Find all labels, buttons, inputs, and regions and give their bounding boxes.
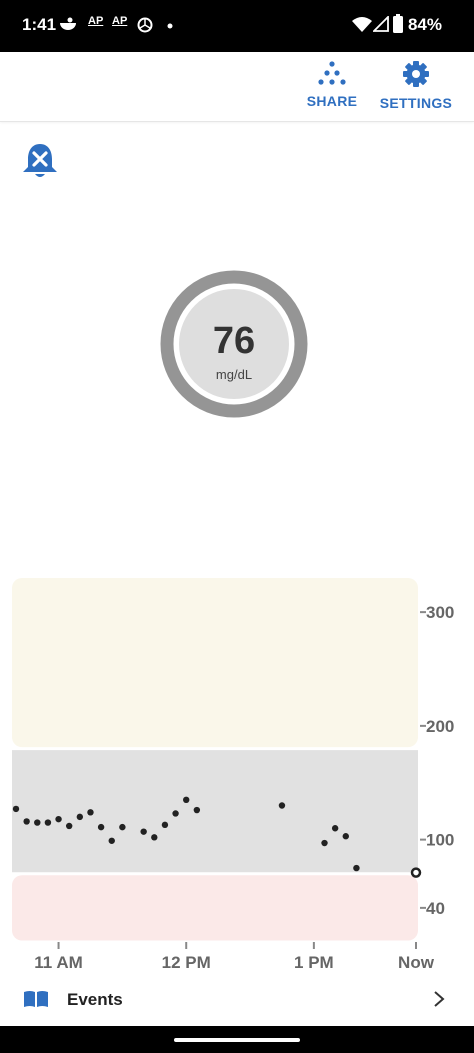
y-tick-label: 40	[426, 899, 445, 918]
chart-band-2	[12, 875, 418, 941]
x-tick-label: Now	[398, 953, 435, 970]
signal-icon	[373, 16, 389, 32]
bowl-icon	[60, 17, 76, 30]
share-button[interactable]: SHARE	[304, 60, 360, 109]
battery-percent: 84%	[407, 15, 442, 34]
reading-point	[55, 815, 62, 823]
reading-point	[183, 796, 190, 804]
reading-point	[44, 819, 52, 826]
reading-point	[65, 822, 73, 830]
book-icon	[24, 991, 48, 1007]
battery-icon	[393, 14, 403, 33]
app-bar: SHARE SETTINGS	[0, 52, 474, 122]
settings-label: SETTINGS	[379, 95, 453, 111]
gear-icon	[403, 61, 429, 87]
bell-off-icon[interactable]	[20, 142, 60, 180]
reading-point	[12, 805, 20, 813]
reading-point	[331, 825, 339, 832]
glucose-trend-chart: 300 200 100 40 11 AM 12 PM 1 PM Now	[12, 578, 454, 970]
navigation-bar	[0, 1026, 474, 1053]
reading-point	[87, 809, 94, 816]
reading-point	[140, 828, 147, 835]
ap-news-icon: AP	[88, 15, 104, 27]
y-tick-label: 300	[426, 603, 454, 622]
glucose-reading: 76 mg/dL	[160, 270, 308, 418]
reading-point	[278, 802, 286, 809]
y-tick-label: 200	[426, 717, 454, 736]
reading-point	[97, 823, 105, 831]
status-time: 1:41	[22, 15, 57, 34]
chart-band-0	[12, 578, 418, 748]
settings-button[interactable]: SETTINGS	[378, 60, 454, 111]
chart-band-1	[12, 750, 418, 873]
glucose-value: 76	[212, 320, 256, 362]
reading-point	[34, 819, 41, 826]
reading-point	[151, 834, 158, 841]
reading-point	[76, 813, 84, 821]
current-reading-point	[410, 867, 422, 878]
reading-point	[119, 823, 126, 831]
home-gesture-handle[interactable]	[174, 1038, 300, 1042]
events-label: Events	[67, 990, 123, 1009]
more-notifications-dot	[167, 23, 173, 29]
reading-point	[321, 839, 328, 847]
reading-point	[353, 864, 360, 872]
reading-point	[193, 806, 201, 814]
reading-point	[172, 810, 179, 817]
x-tick-label: 11 AM	[34, 953, 83, 970]
reading-point	[161, 821, 169, 829]
reading-point	[342, 833, 349, 840]
y-tick-label: 100	[426, 831, 454, 850]
x-tick-label: 1 PM	[294, 953, 334, 970]
events-row[interactable]: Events	[0, 970, 474, 1026]
wifi-icon	[352, 17, 372, 32]
ap-news-icon-2: AP	[112, 15, 128, 27]
x-tick-label: 12 PM	[162, 953, 211, 970]
aperture-icon	[137, 17, 153, 33]
reading-point	[108, 837, 115, 844]
status-bar: 1:41 AP AP 84%	[0, 0, 474, 52]
chevron-right-icon	[434, 991, 445, 1007]
glucose-unit: mg/dL	[215, 367, 253, 382]
share-icon	[318, 61, 346, 85]
reading-point	[23, 818, 30, 825]
share-label: SHARE	[306, 93, 358, 109]
